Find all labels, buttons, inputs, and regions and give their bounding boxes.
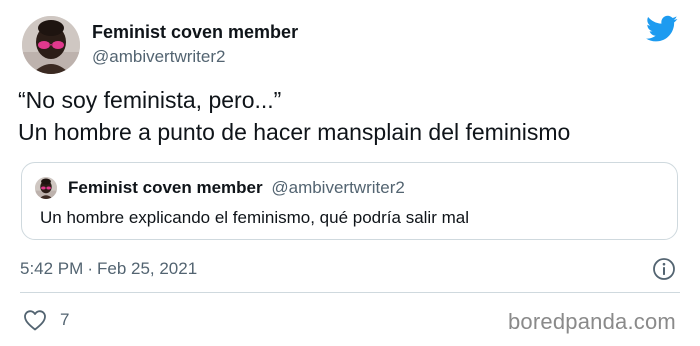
tweet-timestamp[interactable]: 5:42 PM · Feb 25, 2021	[20, 259, 197, 279]
author-name[interactable]: Feminist coven member	[92, 22, 298, 43]
info-icon[interactable]	[652, 257, 676, 281]
tweet-line-1: “No soy feminista, pero...”	[18, 87, 282, 113]
quoted-tweet-text: Un hombre explicando el feminismo, qué p…	[40, 208, 469, 227]
twitter-bird-icon[interactable]	[646, 15, 678, 43]
author-handle[interactable]: @ambivertwriter2	[92, 47, 225, 67]
tweet-line-2: Un hombre a punto de hacer mansplain del…	[18, 119, 571, 145]
quoted-author-avatar	[35, 177, 57, 199]
heart-icon[interactable]	[23, 309, 47, 331]
watermark: boredpanda.com	[508, 309, 676, 334]
like-count: 7	[60, 310, 70, 329]
quoted-tweet-header: Feminist coven member @ambivertwriter2	[68, 178, 405, 198]
tweet-time: 5:42 PM	[20, 259, 84, 278]
divider	[20, 292, 680, 293]
quoted-author-name: Feminist coven member	[68, 178, 263, 197]
quoted-author-handle: @ambivertwriter2	[271, 178, 405, 197]
tweet-date: Feb 25, 2021	[96, 259, 198, 278]
author-avatar[interactable]	[22, 16, 80, 74]
quoted-tweet-card[interactable]: Feminist coven member @ambivertwriter2 U…	[21, 162, 678, 240]
tweet-text: “No soy feminista, pero...” Un hombre a …	[18, 84, 688, 148]
meta-separator: ·	[87, 259, 93, 278]
author-avatar-image	[22, 16, 80, 74]
quoted-author-avatar-image	[35, 177, 57, 199]
